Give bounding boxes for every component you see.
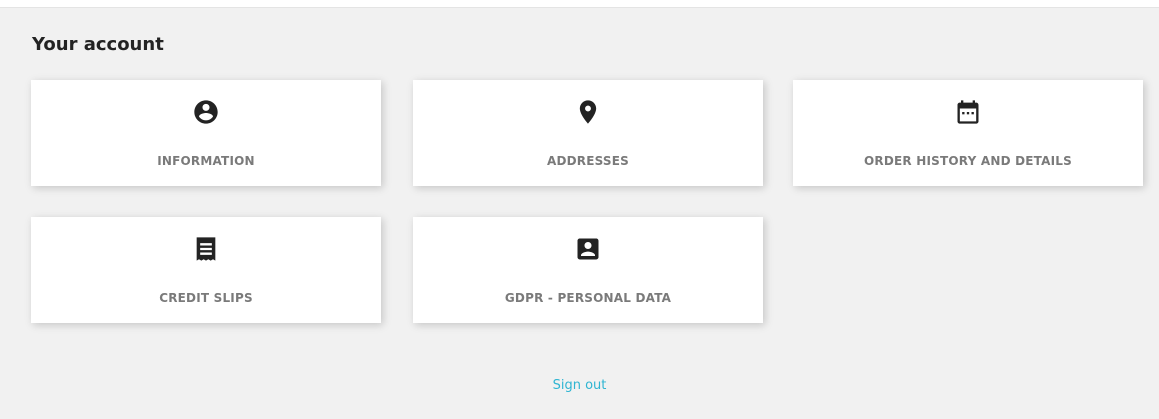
account-box-icon <box>574 235 602 263</box>
information-label: INFORMATION <box>157 154 255 168</box>
location-pin-icon <box>574 98 602 126</box>
sign-out-container: Sign out <box>0 378 1159 394</box>
header-divider <box>0 0 1159 8</box>
sign-out-link[interactable]: Sign out <box>553 378 607 393</box>
gdpr-personal-data-link-card[interactable]: GDPR - PERSONAL DATA <box>413 217 763 323</box>
addresses-link-card[interactable]: ADDRESSES <box>413 80 763 186</box>
order-history-label: ORDER HISTORY AND DETAILS <box>864 154 1072 168</box>
calendar-icon <box>954 98 982 126</box>
receipt-icon <box>192 235 220 263</box>
addresses-label: ADDRESSES <box>546 154 630 168</box>
page-title: Your account <box>32 34 164 55</box>
credit-slips-label: CREDIT SLIPS <box>159 291 253 305</box>
gdpr-personal-data-label: GDPR - PERSONAL DATA <box>504 291 672 305</box>
order-history-link-card[interactable]: ORDER HISTORY AND DETAILS <box>793 80 1143 186</box>
credit-slips-link-card[interactable]: CREDIT SLIPS <box>31 217 381 323</box>
information-link-card[interactable]: INFORMATION <box>31 80 381 186</box>
account-circle-icon <box>192 98 220 126</box>
